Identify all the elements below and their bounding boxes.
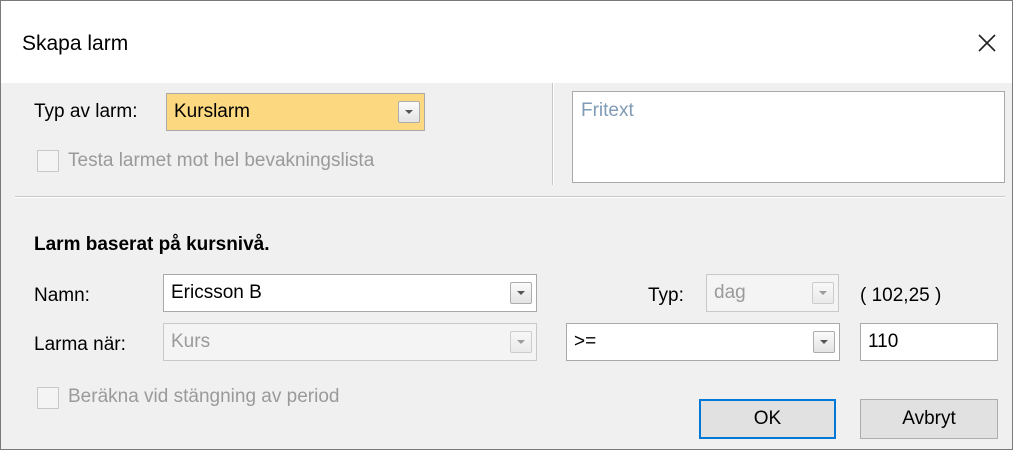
- section-heading: Larm baserat på kursnivå.: [34, 234, 270, 255]
- cancel-button[interactable]: Avbryt: [860, 399, 998, 439]
- horizontal-separator: [15, 196, 1005, 198]
- test-watchlist-label: Testa larmet mot hel bevakningslista: [68, 150, 375, 171]
- type-dropdown-button[interactable]: [812, 282, 834, 304]
- alarm-field-dropdown-button[interactable]: [510, 331, 532, 353]
- current-value-readout: ( 102,25 ): [860, 285, 942, 306]
- type-label: Typ:: [648, 285, 684, 306]
- alarm-field-value: Kurs: [171, 331, 211, 352]
- period-close-checkbox[interactable]: [37, 387, 59, 409]
- period-close-label: Beräkna vid stängning av period: [68, 386, 340, 407]
- chevron-down-icon: [517, 291, 525, 295]
- create-alarm-dialog: Skapa larm Typ av larm: Kurslarm Testa l…: [0, 0, 1013, 450]
- name-select[interactable]: Ericsson B: [163, 274, 537, 312]
- alarm-type-label: Typ av larm:: [34, 101, 138, 122]
- operator-dropdown-button[interactable]: [813, 331, 835, 353]
- chevron-down-icon: [517, 340, 525, 344]
- name-label: Namn:: [34, 285, 90, 306]
- freetext-area[interactable]: Fritext: [572, 91, 1005, 183]
- freetext-placeholder: Fritext: [581, 100, 634, 121]
- name-value: Ericsson B: [171, 282, 262, 303]
- type-select[interactable]: dag: [706, 274, 839, 312]
- vertical-separator: [552, 83, 554, 185]
- alarm-when-label: Larma när:: [34, 334, 126, 355]
- chevron-down-icon: [405, 110, 413, 114]
- threshold-value: 110: [868, 331, 899, 352]
- close-button[interactable]: [961, 19, 1013, 67]
- ok-button[interactable]: OK: [699, 399, 836, 439]
- type-value: dag: [714, 282, 746, 303]
- alarm-type-dropdown-button[interactable]: [398, 101, 420, 123]
- alarm-type-value: Kurslarm: [174, 101, 251, 122]
- threshold-input[interactable]: 110: [860, 323, 998, 361]
- alarm-field-select[interactable]: Kurs: [163, 323, 537, 361]
- operator-select[interactable]: >=: [566, 323, 840, 361]
- alarm-type-select[interactable]: Kurslarm: [166, 93, 425, 131]
- close-icon: [978, 34, 996, 52]
- name-dropdown-button[interactable]: [510, 282, 532, 304]
- test-watchlist-checkbox[interactable]: [37, 150, 59, 172]
- chevron-down-icon: [819, 291, 827, 295]
- operator-value: >=: [574, 331, 597, 352]
- chevron-down-icon: [820, 340, 828, 344]
- title-bar: Skapa larm: [1, 1, 1012, 83]
- dialog-title: Skapa larm: [22, 32, 129, 55]
